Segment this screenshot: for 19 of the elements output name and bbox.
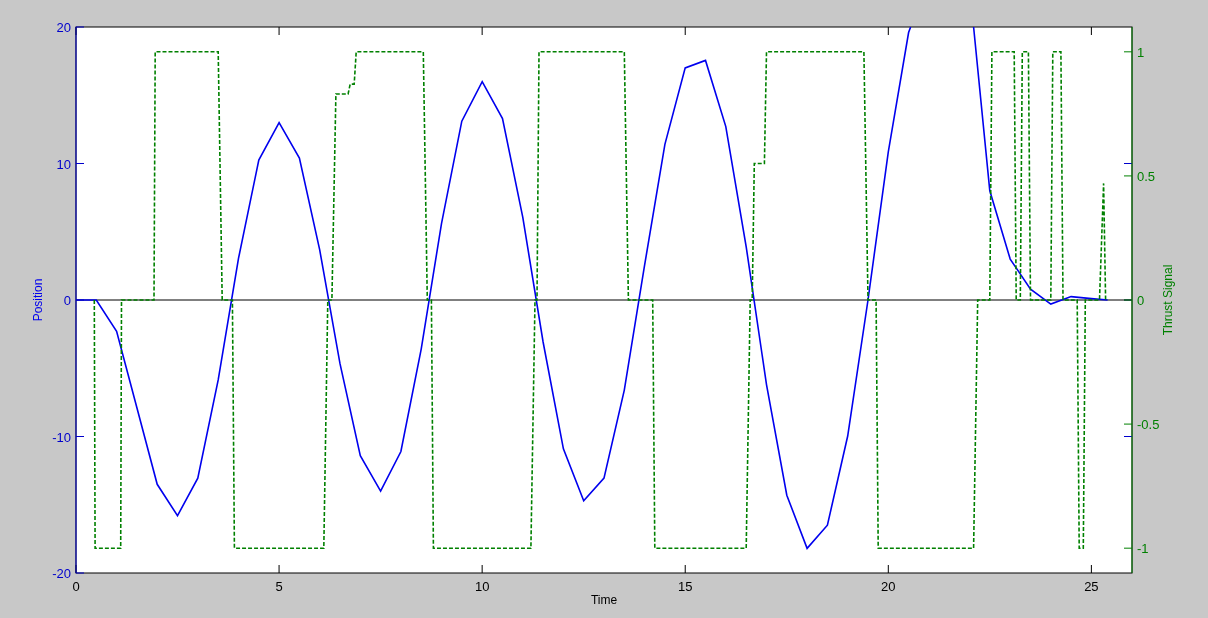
tick-label: 15	[678, 579, 693, 594]
tick-label: 20	[881, 579, 896, 594]
tick-label: 0	[72, 579, 80, 594]
tick-label: -10	[52, 429, 71, 445]
tick-label: -0.5	[1137, 417, 1160, 433]
tick-label: -1	[1137, 541, 1149, 557]
tick-label: 25	[1084, 579, 1099, 594]
axis-title: Position	[31, 278, 45, 322]
tick-label: -20	[52, 566, 71, 581]
tick-label: 20	[56, 20, 71, 35]
tick-label: 0.5	[1137, 168, 1156, 184]
tick-label: 0	[63, 293, 71, 308]
tick-label: 10	[474, 579, 490, 594]
tick-label: 5	[275, 579, 283, 594]
tick-label: 1	[1137, 44, 1145, 60]
axis-title: Thrust Signal	[1161, 264, 1175, 336]
tick-label: 10	[56, 156, 71, 172]
axis-title: Time	[590, 593, 618, 607]
tick-label: 0	[1137, 293, 1145, 308]
